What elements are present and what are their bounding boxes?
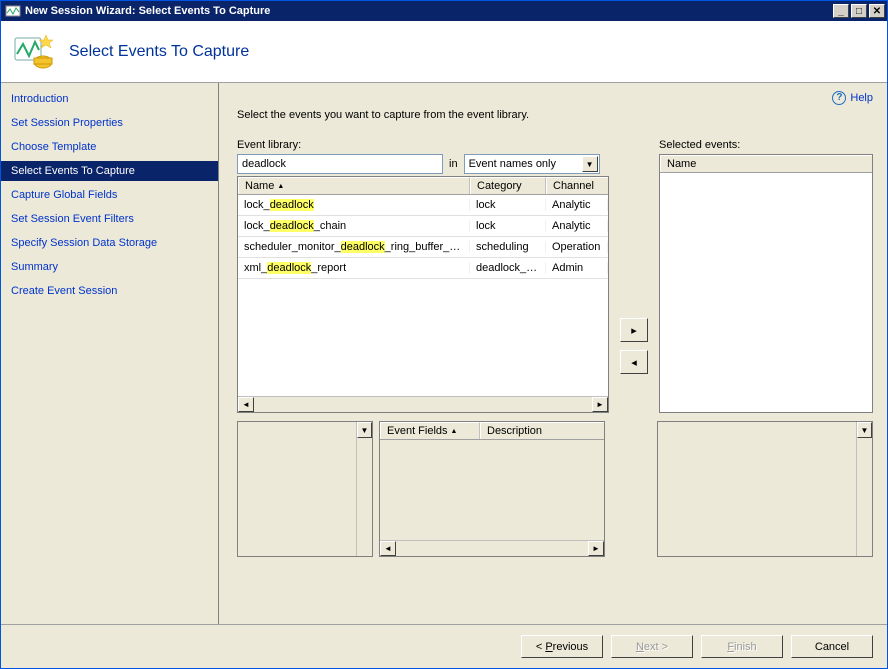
selected-grid-body[interactable] — [660, 173, 872, 412]
wizard-window: New Session Wizard: Select Events To Cap… — [0, 0, 888, 669]
step-set-session-properties[interactable]: Set Session Properties — [1, 113, 218, 133]
detail-mid-body[interactable] — [380, 440, 604, 540]
scroll-right-icon[interactable]: ► — [588, 541, 604, 556]
body: Introduction Set Session Properties Choo… — [1, 83, 887, 624]
step-choose-template[interactable]: Choose Template — [1, 137, 218, 157]
page-title: Select Events To Capture — [69, 43, 249, 61]
sort-asc-icon: ▲ — [451, 428, 458, 435]
col-name[interactable]: Name▲ — [238, 177, 470, 194]
library-h-scrollbar[interactable]: ◄ ► — [238, 396, 608, 412]
help-link[interactable]: Help — [850, 92, 873, 104]
wizard-icon — [13, 32, 53, 72]
detail-right-v-scrollbar[interactable]: ▲ ▼ — [856, 422, 872, 556]
titlebar-text: New Session Wizard: Select Events To Cap… — [25, 5, 831, 17]
detail-row: ▲ ▼ Event Fields▲ Description ◄ ► — [237, 421, 873, 557]
scroll-right-icon[interactable]: ► — [592, 397, 608, 412]
selected-events-label: Selected events: — [659, 139, 873, 151]
remove-event-button[interactable]: ◂ — [620, 350, 648, 374]
next-button[interactable]: Next > — [611, 635, 693, 658]
library-row[interactable]: lock_deadlock lock Analytic — [238, 195, 608, 216]
panels-row: Event library: in Event names only ▼ Nam… — [237, 139, 873, 413]
step-introduction[interactable]: Introduction — [1, 89, 218, 109]
scroll-left-icon[interactable]: ◄ — [238, 397, 254, 412]
wizard-steps-sidebar: Introduction Set Session Properties Choo… — [1, 83, 219, 624]
sort-asc-icon: ▲ — [277, 183, 284, 190]
wizard-footer: < PPreviousrevious Next > Finish Cancel — [1, 624, 887, 668]
event-library-label: Event library: — [237, 139, 609, 151]
col-channel[interactable]: Channel — [546, 177, 608, 194]
help-icon: ? — [832, 91, 846, 105]
filter-scope-dropdown[interactable]: Event names only ▼ — [464, 154, 600, 174]
col-description[interactable]: Description — [480, 422, 604, 439]
detail-left-box: ▲ ▼ — [237, 421, 373, 557]
selected-events-grid: Name — [659, 154, 873, 413]
chevron-down-icon: ▼ — [582, 156, 598, 172]
library-row[interactable]: scheduler_monitor_deadlock_ring_buffer_r… — [238, 237, 608, 258]
scroll-down-icon[interactable]: ▼ — [357, 422, 372, 438]
selected-events-panel: Selected events: Name — [659, 139, 873, 413]
main-panel: ? Help Select the events you want to capt… — [219, 83, 887, 624]
add-event-button[interactable]: ▸ — [620, 318, 648, 342]
scroll-left-icon[interactable]: ◄ — [380, 541, 396, 556]
library-grid-header: Name▲ Category Channel — [238, 177, 608, 195]
app-icon — [5, 3, 21, 19]
title-buttons: _ □ ✕ — [831, 4, 885, 18]
step-summary[interactable]: Summary — [1, 257, 218, 277]
previous-button[interactable]: < PPreviousrevious — [521, 635, 603, 658]
event-library-panel: Event library: in Event names only ▼ Nam… — [237, 139, 609, 413]
detail-left-v-scrollbar[interactable]: ▲ ▼ — [356, 422, 372, 556]
filter-input[interactable] — [237, 154, 443, 174]
step-create-event-session[interactable]: Create Event Session — [1, 281, 218, 301]
finish-button[interactable]: Finish — [701, 635, 783, 658]
detail-right-box: ▲ ▼ — [657, 421, 873, 557]
library-row[interactable]: xml_deadlock_report deadlock_mo... Admin — [238, 258, 608, 279]
step-specify-data-storage[interactable]: Specify Session Data Storage — [1, 233, 218, 253]
close-button[interactable]: ✕ — [869, 4, 885, 18]
step-select-events[interactable]: Select Events To Capture — [1, 161, 218, 181]
step-capture-global-fields[interactable]: Capture Global Fields — [1, 185, 218, 205]
filter-scope-value: Event names only — [469, 158, 556, 170]
wizard-header: Select Events To Capture — [1, 21, 887, 83]
scroll-down-icon[interactable]: ▼ — [857, 422, 872, 438]
maximize-button[interactable]: □ — [851, 4, 867, 18]
titlebar: New Session Wizard: Select Events To Cap… — [1, 1, 887, 21]
detail-mid-box: Event Fields▲ Description ◄ ► — [379, 421, 605, 557]
col-event-fields[interactable]: Event Fields▲ — [380, 422, 480, 439]
move-buttons: ▸ ◂ — [609, 139, 659, 413]
in-label: in — [447, 158, 460, 170]
help-row: ? Help — [237, 91, 873, 105]
library-grid-body[interactable]: lock_deadlock lock Analytic lock_deadloc… — [238, 195, 608, 396]
detail-mid-header: Event Fields▲ Description — [380, 422, 604, 440]
selected-grid-header: Name — [660, 155, 872, 173]
col-category[interactable]: Category — [470, 177, 546, 194]
cancel-button[interactable]: Cancel — [791, 635, 873, 658]
minimize-button[interactable]: _ — [833, 4, 849, 18]
detail-mid-h-scrollbar[interactable]: ◄ ► — [380, 540, 604, 556]
filter-row: in Event names only ▼ — [237, 154, 609, 174]
instruction-text: Select the events you want to capture fr… — [237, 109, 873, 121]
sel-col-name[interactable]: Name — [660, 155, 872, 172]
library-row[interactable]: lock_deadlock_chain lock Analytic — [238, 216, 608, 237]
event-library-grid: Name▲ Category Channel lock_deadlock loc… — [237, 176, 609, 413]
step-set-event-filters[interactable]: Set Session Event Filters — [1, 209, 218, 229]
